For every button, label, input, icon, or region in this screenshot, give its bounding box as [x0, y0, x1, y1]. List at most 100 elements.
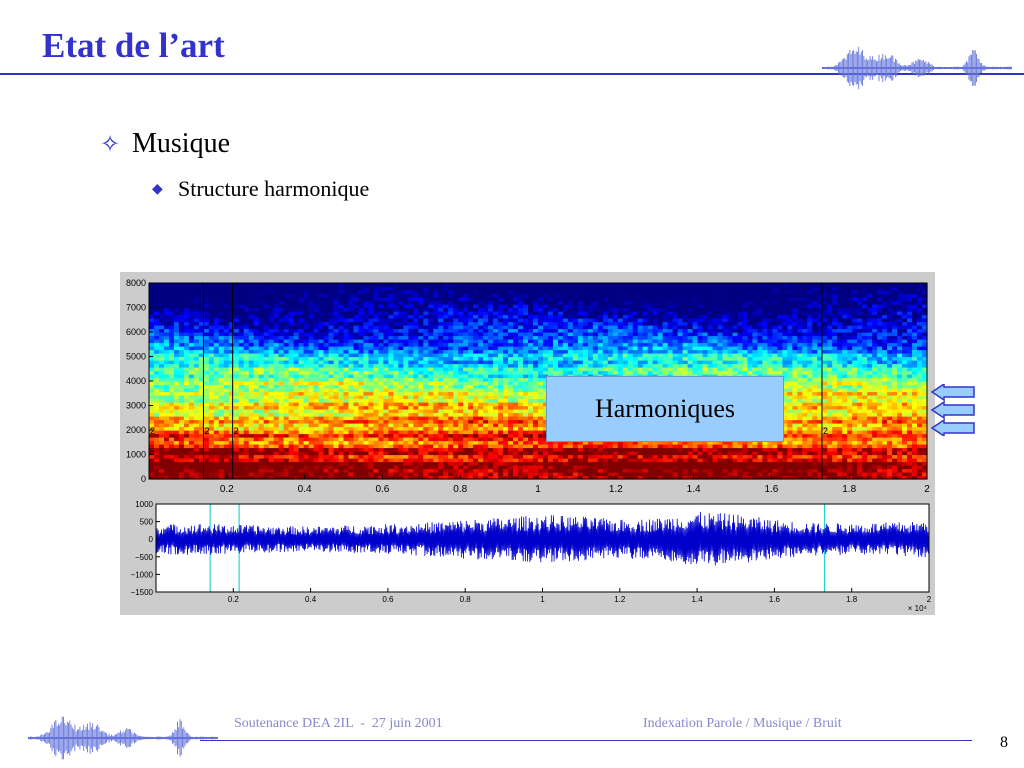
- spectrogram-cell: [358, 461, 365, 466]
- spectrogram-cell: [153, 300, 160, 305]
- spectrogram-cell: [308, 290, 315, 295]
- spectrogram-cell: [433, 419, 439, 424]
- spectrogram-cell: [368, 416, 375, 421]
- spectrogram-cell: [557, 346, 564, 351]
- spectrogram-cell: [263, 367, 270, 372]
- spectrogram-cell: [503, 451, 509, 456]
- spectrogram-cell: [423, 451, 429, 456]
- spectrogram-cell: [183, 342, 190, 347]
- spectrogram-cell: [149, 440, 155, 445]
- spectrogram-cell: [363, 388, 370, 393]
- spectrogram-cell: [398, 290, 404, 295]
- spectrogram-cell: [263, 416, 270, 421]
- spectrogram-cell: [378, 321, 384, 326]
- spectrogram-cell: [213, 377, 220, 382]
- spectrogram-cell: [333, 391, 340, 396]
- spectrogram-cell: [428, 370, 434, 375]
- spectrogram-cell: [403, 409, 409, 414]
- spectrogram-cell: [363, 328, 370, 333]
- spectrogram-cell: [178, 416, 185, 421]
- spectrogram-cell: [153, 402, 160, 407]
- spectrogram-cell: [428, 377, 434, 382]
- spectrogram-cell: [283, 409, 290, 414]
- spectrogram-cell: [518, 360, 524, 365]
- spectrogram-cell: [493, 321, 499, 326]
- spectrogram-cell: [273, 433, 280, 438]
- spectrogram-cell: [268, 391, 275, 396]
- spectrogram-cell: [273, 360, 280, 365]
- spectrogram-cell: [463, 328, 469, 333]
- spectrogram-cell: [178, 339, 185, 344]
- spectrogram-cell: [353, 307, 360, 312]
- spectrogram-cell: [567, 300, 574, 305]
- spectrogram-cell: [363, 419, 370, 424]
- spectrogram-cell: [158, 342, 165, 347]
- spectrogram-cell: [368, 384, 375, 389]
- spectrogram-cell: [153, 311, 160, 316]
- spectrogram-cell: [358, 342, 365, 347]
- spectrogram-cell: [318, 335, 325, 340]
- spectrogram-cell: [273, 409, 280, 414]
- spectrogram-cell: [208, 314, 215, 319]
- spectrogram-cell: [149, 290, 155, 295]
- spectrogram-cell: [228, 342, 235, 347]
- spectrogram-cell: [213, 388, 220, 393]
- spectrogram-cell: [358, 391, 365, 396]
- spectrogram-cell: [228, 293, 235, 298]
- spectrogram-cell: [423, 440, 429, 445]
- spectrogram-cell: [468, 391, 474, 396]
- spectrogram-cell: [428, 297, 434, 302]
- spectrogram-cell: [533, 412, 539, 417]
- spectrogram-cell: [428, 356, 434, 361]
- spectrogram-cell: [373, 377, 380, 382]
- spectrogram-cell: [448, 416, 454, 421]
- spectrogram-cell: [523, 339, 529, 344]
- spectrogram-cell: [533, 416, 539, 421]
- spectrogram-cell: [388, 402, 394, 407]
- spectrogram-cell: [168, 419, 175, 424]
- spectrogram-cell: [433, 349, 439, 354]
- spectrogram-cell: [567, 321, 574, 326]
- spectrogram-cell: [388, 447, 394, 452]
- spectrogram-cell: [223, 416, 230, 421]
- spectrogram-cell: [443, 458, 449, 463]
- spectrogram-cell: [528, 332, 534, 337]
- spectrogram-cell: [158, 430, 165, 435]
- spectrogram-cell: [393, 360, 399, 365]
- spectrogram-cell: [213, 381, 220, 386]
- spectrogram-cell: [552, 307, 559, 312]
- spectrogram-cell: [503, 363, 509, 368]
- spectrogram-cell: [343, 447, 350, 452]
- spectrogram-cell: [238, 300, 245, 305]
- spectrogram-cell: [393, 402, 399, 407]
- spectrogram-cell: [168, 321, 175, 326]
- spectrogram-cell: [318, 339, 325, 344]
- spectrogram-cell: [308, 465, 315, 470]
- spectrogram-cell: [333, 283, 340, 288]
- spectrogram-cell: [513, 339, 519, 344]
- spectrogram-cell: [293, 381, 300, 386]
- spectrogram-cell: [438, 304, 444, 309]
- spectrogram-cell: [358, 304, 365, 309]
- spectrogram-cell: [393, 335, 399, 340]
- spectrogram-cell: [338, 433, 345, 438]
- spectrogram-cell: [238, 398, 245, 403]
- spectrogram-cell: [233, 286, 240, 291]
- spectrogram-cell: [582, 339, 589, 344]
- spectrogram-cell: [183, 451, 190, 456]
- spectrogram-cell: [463, 300, 469, 305]
- spectrogram-cell: [183, 402, 190, 407]
- spectrogram-cell: [338, 297, 345, 302]
- spectrogram-cell: [153, 374, 160, 379]
- spectrogram-cell: [503, 332, 509, 337]
- spectrogram-cell: [213, 283, 220, 288]
- spectrogram-cell: [413, 325, 419, 330]
- spectrogram-cell: [208, 381, 215, 386]
- spectrogram-cell: [253, 332, 260, 337]
- spectrogram-cell: [557, 314, 564, 319]
- spectrogram-cell: [538, 290, 544, 295]
- spectrogram-cell: [278, 409, 285, 414]
- spectrogram-cell: [213, 451, 220, 456]
- spectrogram-cell: [233, 325, 240, 330]
- spectrogram-cell: [283, 374, 290, 379]
